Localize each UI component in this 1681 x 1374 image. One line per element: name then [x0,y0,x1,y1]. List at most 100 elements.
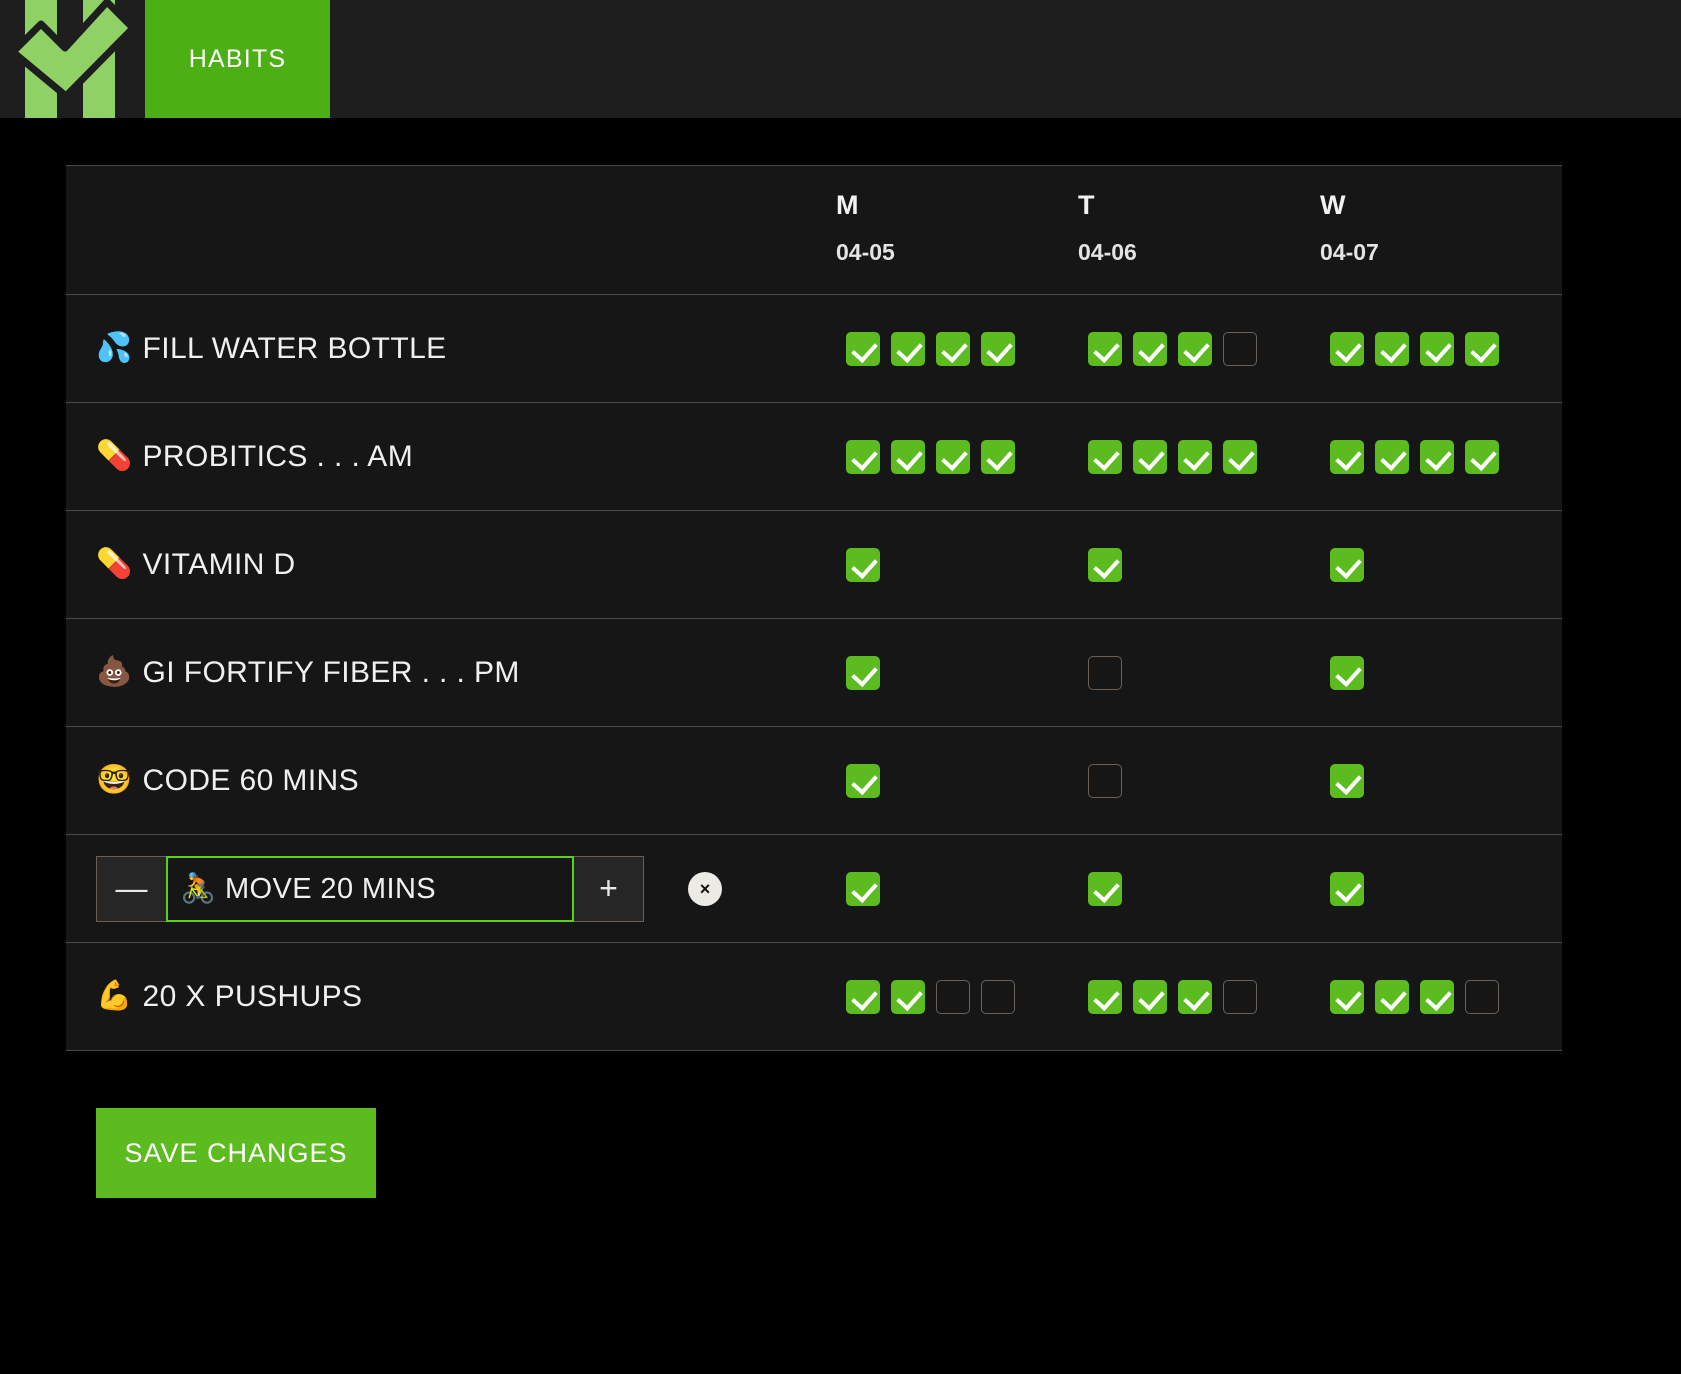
habit-checkbox-checked[interactable] [891,439,925,474]
habit-checkbox-checked[interactable] [1420,331,1454,366]
habit-checkbox-checked[interactable] [1088,547,1122,582]
habit-day-cell [836,943,1078,1051]
checkbox-group [1078,331,1320,366]
habit-label-text: PROBITICS . . . AM [142,439,414,473]
habit-label[interactable]: 💦 FILL WATER BOTTLE [66,332,836,366]
habit-checkbox-checked[interactable] [1375,979,1409,1014]
habit-checkbox-checked[interactable] [846,331,880,366]
checkbox-group [1320,439,1562,474]
checkbox-group [1320,655,1562,690]
habit-edit-controls: — + × [66,855,836,922]
habit-checkbox-checked[interactable] [1465,439,1499,474]
habit-label[interactable]: 💊 VITAMIN D [66,548,836,582]
habit-checkbox-checked[interactable] [1088,871,1122,906]
habit-checkbox-checked[interactable] [1465,331,1499,366]
move-habit-up-button[interactable]: — [96,855,166,922]
delete-habit-button[interactable]: × [688,871,722,906]
table-row: — + × [66,835,1562,943]
day-column-header-0: M 04-05 [836,166,1078,295]
save-changes-button[interactable]: SAVE CHANGES [96,1108,376,1198]
habit-name-cell: 💊 PROBITICS . . . AM [66,403,836,511]
habit-checkbox-unchecked[interactable] [1223,331,1257,366]
habit-name-input[interactable] [166,855,574,922]
habits-table: M 04-05 T 04-06 W 04-07 💦 FILL WATER BOTT… [66,165,1562,1051]
habit-name-column-header [66,166,836,295]
tab-habits[interactable]: HABITS [145,0,330,118]
habit-checkbox-checked[interactable] [1133,979,1167,1014]
habit-label[interactable]: 💩 GI FORTIFY FIBER . . . PM [66,656,836,690]
checkbox-group [1078,547,1320,582]
checkbox-group [836,763,1078,798]
checkbox-group [1078,979,1320,1014]
habit-checkbox-checked[interactable] [1088,331,1122,366]
move-habit-down-button[interactable]: + [574,855,644,922]
habit-checkbox-unchecked[interactable] [936,979,970,1014]
table-row: 💪 20 X PUSHUPS [66,943,1562,1051]
habit-checkbox-checked[interactable] [936,331,970,366]
habit-checkbox-checked[interactable] [981,439,1015,474]
habit-checkbox-checked[interactable] [1178,331,1212,366]
habit-checkbox-checked[interactable] [1330,331,1364,366]
habit-checkbox-checked[interactable] [1330,871,1364,906]
habit-checkbox-checked[interactable] [1330,763,1364,798]
checkbox-group [1320,763,1562,798]
habit-checkbox-checked[interactable] [1223,439,1257,474]
checkbox-group [836,547,1078,582]
habit-checkbox-checked[interactable] [1178,439,1212,474]
habit-label[interactable]: 🤓 CODE 60 MINS [66,764,836,798]
habit-checkbox-checked[interactable] [846,979,880,1014]
habit-name-cell: 🤓 CODE 60 MINS [66,727,836,835]
habit-checkbox-checked[interactable] [1420,439,1454,474]
habit-checkbox-checked[interactable] [936,439,970,474]
checkbox-group [1078,871,1320,906]
habit-checkbox-unchecked[interactable] [1465,979,1499,1014]
habits-table-header: M 04-05 T 04-06 W 04-07 [66,165,1562,295]
habit-checkbox-checked[interactable] [1375,439,1409,474]
habit-checkbox-checked[interactable] [1330,655,1364,690]
habit-day-cell [1078,943,1320,1051]
habit-label-text: FILL WATER BOTTLE [142,331,447,365]
table-row: 💊 PROBITICS . . . AM [66,403,1562,511]
habit-checkbox-unchecked[interactable] [981,979,1015,1014]
habit-checkbox-checked[interactable] [1375,331,1409,366]
habit-checkbox-checked[interactable] [1330,439,1364,474]
checkbox-group [836,331,1078,366]
habit-checkbox-checked[interactable] [981,331,1015,366]
habit-checkbox-checked[interactable] [846,547,880,582]
habit-checkbox-checked[interactable] [891,979,925,1014]
checkbox-group [836,871,1078,906]
app-logo[interactable] [0,0,145,118]
habit-checkbox-unchecked[interactable] [1223,979,1257,1014]
habit-checkbox-checked[interactable] [1330,547,1364,582]
habit-checkbox-checked[interactable] [1133,439,1167,474]
top-navbar: HABITS [0,0,1681,118]
habit-checkbox-checked[interactable] [1178,979,1212,1014]
habit-label[interactable]: 💪 20 X PUSHUPS [66,980,836,1014]
habit-day-cell [1078,619,1320,727]
footer-actions: SAVE CHANGES [0,1051,1681,1198]
habit-checkbox-checked[interactable] [846,439,880,474]
habit-label[interactable]: 💊 PROBITICS . . . AM [66,440,836,474]
habit-checkbox-unchecked[interactable] [1088,763,1122,798]
habit-checkbox-checked[interactable] [1088,439,1122,474]
habit-checkbox-checked[interactable] [846,655,880,690]
habits-table-body: 💦 FILL WATER BOTTLE 💊 PROBITICS . . . AM 💊 VI… [66,294,1562,1051]
navbar-divider [0,118,1681,139]
habit-checkbox-checked[interactable] [1330,979,1364,1014]
habit-checkbox-checked[interactable] [1088,979,1122,1014]
habit-day-cell [1320,727,1562,835]
habit-checkbox-checked[interactable] [846,871,880,906]
habit-checkbox-checked[interactable] [1420,979,1454,1014]
day-column-header-1: T 04-06 [1078,166,1320,295]
habit-day-cell [1320,511,1562,619]
habit-day-cell [1078,835,1320,943]
habit-checkbox-unchecked[interactable] [1088,655,1122,690]
checkbox-group [836,655,1078,690]
nerd-face-icon: 🤓 [96,764,133,796]
habit-day-cell [1078,511,1320,619]
habit-checkbox-checked[interactable] [846,763,880,798]
habit-checkbox-checked[interactable] [891,331,925,366]
flexed-biceps-icon: 💪 [96,980,133,1012]
habit-day-cell [836,295,1078,403]
habit-checkbox-checked[interactable] [1133,331,1167,366]
